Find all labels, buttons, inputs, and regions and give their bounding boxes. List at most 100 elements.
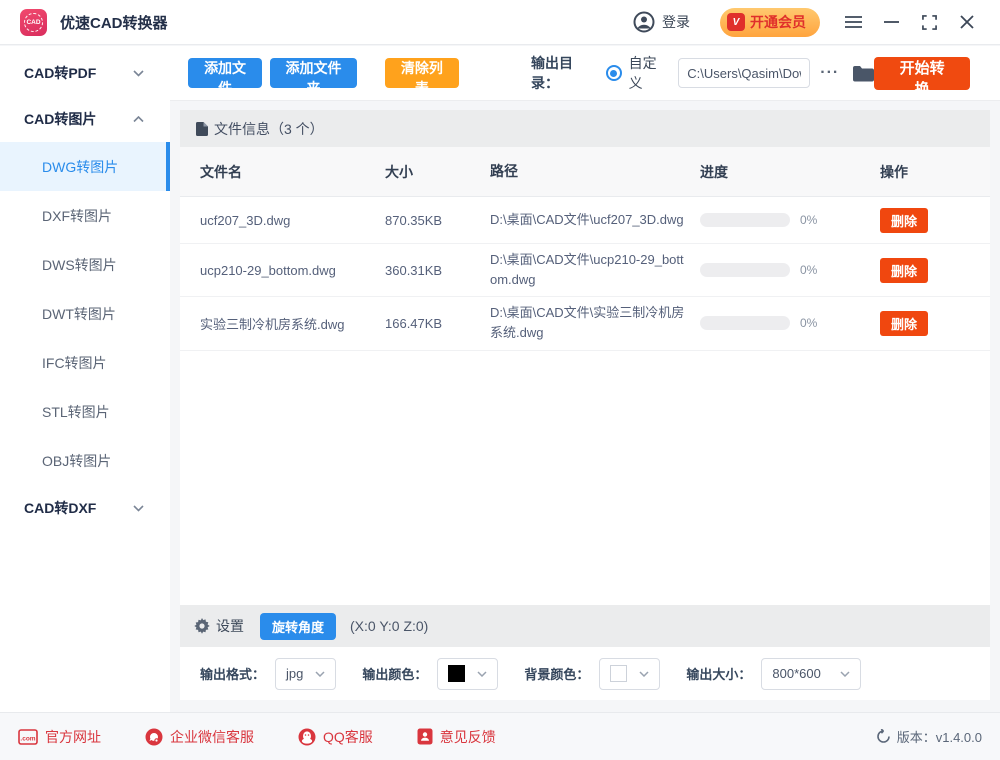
- format-bar: 输出格式： jpg 输出颜色： 背景颜色： 输出大小： 800*600: [180, 647, 990, 700]
- chevron-up-icon: [133, 116, 144, 123]
- close-icon: [960, 15, 974, 29]
- delete-button[interactable]: 删除: [880, 258, 928, 283]
- sidebar-item-dws-to-image[interactable]: DWS转图片: [0, 240, 170, 289]
- app-logo-icon: CAD: [20, 9, 47, 36]
- qq-icon: [298, 728, 316, 746]
- titlebar: CAD 优速CAD转换器 登录 V 开通会员: [0, 0, 1000, 45]
- table-row: ucf207_3D.dwg 870.35KB D:\桌面\CAD文件\ucf20…: [180, 197, 990, 244]
- file-path: D:\桌面\CAD文件\实验三制冷机房系统.dwg: [490, 303, 700, 343]
- version-area: 版本：v1.4.0.0: [876, 727, 982, 746]
- feedback-link[interactable]: 意见反馈: [417, 727, 496, 747]
- app-logo-text: CAD: [24, 13, 43, 32]
- sidebar-item-label: STL转图片: [42, 402, 110, 422]
- chevron-down-icon: [477, 671, 487, 677]
- feedback-icon: [417, 728, 433, 745]
- vip-icon: V: [727, 13, 745, 31]
- chevron-down-icon: [840, 671, 850, 677]
- sidebar-item-obj-to-image[interactable]: OBJ转图片: [0, 436, 170, 485]
- sidebar-item-label: OBJ转图片: [42, 451, 111, 471]
- output-size-select[interactable]: 800*600: [761, 658, 861, 690]
- chevron-down-icon: [133, 70, 144, 77]
- vip-label: 开通会员: [750, 12, 806, 32]
- table-row: ucp210-29_bottom.dwg 360.31KB D:\桌面\CAD文…: [180, 244, 990, 297]
- website-icon: .com: [18, 729, 38, 745]
- chevron-down-icon: [315, 671, 325, 677]
- document-icon: [196, 122, 208, 136]
- maximize-icon: [922, 15, 937, 30]
- footer: .com 官方网址 企业微信客服 QQ客服 意见反馈: [0, 712, 1000, 760]
- output-format-label: 输出格式：: [200, 664, 265, 683]
- sidebar-section-cad-to-pdf[interactable]: CAD转PDF: [0, 50, 170, 96]
- open-vip-button[interactable]: V 开通会员: [720, 8, 820, 37]
- sidebar-section-label: CAD转DXF: [24, 498, 96, 518]
- sidebar-section-cad-to-dxf[interactable]: CAD转DXF: [0, 485, 170, 531]
- sidebar-section-cad-to-image[interactable]: CAD转图片: [0, 96, 170, 142]
- file-size: 360.31KB: [385, 263, 490, 278]
- rotate-angle-button[interactable]: 旋转角度: [260, 613, 336, 640]
- gear-icon: [194, 618, 210, 634]
- refresh-icon: [876, 729, 891, 744]
- sidebar-item-dxf-to-image[interactable]: DXF转图片: [0, 191, 170, 240]
- output-dir-label: 输出目录：: [531, 53, 594, 93]
- sidebar-item-ifc-to-image[interactable]: IFC转图片: [0, 338, 170, 387]
- table-body: ucf207_3D.dwg 870.35KB D:\桌面\CAD文件\ucf20…: [180, 197, 990, 605]
- file-panel: 文件信息（3 个） 文件名 大小 路径 进度 操作 ucf207_3D.dwg …: [180, 110, 990, 700]
- output-path-input[interactable]: [678, 58, 810, 88]
- menu-button[interactable]: [834, 2, 872, 42]
- progress-cell: 0%: [700, 263, 880, 277]
- output-color-label: 输出颜色：: [362, 664, 427, 683]
- login-label: 登录: [662, 12, 690, 32]
- sidebar-item-dwg-to-image[interactable]: DWG转图片: [0, 142, 170, 191]
- progress-value: 0%: [800, 316, 817, 330]
- user-avatar-icon: [633, 11, 655, 33]
- add-folder-button[interactable]: 添加文件夹: [270, 58, 357, 88]
- hamburger-icon: [845, 16, 862, 28]
- clear-list-button[interactable]: 清除列表: [385, 58, 459, 88]
- action-cell: 删除: [880, 311, 970, 336]
- chevron-down-icon: [133, 505, 144, 512]
- output-color-select[interactable]: [437, 658, 498, 690]
- file-name: ucp210-29_bottom.dwg: [200, 263, 385, 278]
- progress-bar: [700, 316, 790, 330]
- bg-color-label: 背景颜色：: [524, 664, 589, 683]
- sidebar-section-label: CAD转PDF: [24, 63, 96, 83]
- browse-more-button[interactable]: ···: [820, 64, 839, 82]
- login-button[interactable]: 登录: [633, 11, 690, 33]
- open-folder-button[interactable]: [853, 65, 874, 82]
- start-convert-button[interactable]: 开始转换: [874, 57, 970, 90]
- column-header-progress: 进度: [700, 162, 880, 182]
- progress-bar: [700, 213, 790, 227]
- file-info-label: 文件信息（3 个）: [214, 119, 324, 139]
- sidebar-item-label: IFC转图片: [42, 353, 107, 373]
- action-cell: 删除: [880, 258, 970, 283]
- app-title: 优速CAD转换器: [60, 12, 168, 33]
- wechat-support-label: 企业微信客服: [170, 727, 254, 747]
- output-format-select[interactable]: jpg: [275, 658, 336, 690]
- sidebar: CAD转PDF CAD转图片 DWG转图片 DXF转图片 DWS转图片 DWT转…: [0, 46, 170, 712]
- sidebar-item-dwt-to-image[interactable]: DWT转图片: [0, 289, 170, 338]
- add-file-button[interactable]: 添加文件: [188, 58, 262, 88]
- official-website-label: 官方网址: [45, 727, 101, 747]
- qq-support-link[interactable]: QQ客服: [298, 727, 373, 747]
- delete-button[interactable]: 删除: [880, 311, 928, 336]
- bg-color-select[interactable]: [599, 658, 660, 690]
- folder-icon: [853, 65, 874, 82]
- custom-dir-radio[interactable]: [606, 65, 622, 81]
- sidebar-item-label: DWT转图片: [42, 304, 116, 324]
- minimize-button[interactable]: [872, 2, 910, 42]
- file-name: 实验三制冷机房系统.dwg: [200, 314, 385, 333]
- svg-text:.com: .com: [20, 735, 35, 742]
- official-website-link[interactable]: .com 官方网址: [18, 727, 101, 747]
- column-header-filename: 文件名: [200, 162, 385, 182]
- sidebar-item-stl-to-image[interactable]: STL转图片: [0, 387, 170, 436]
- version-label: 版本：v1.4.0.0: [897, 727, 982, 746]
- table-header: 文件名 大小 路径 进度 操作: [180, 147, 990, 197]
- maximize-button[interactable]: [910, 2, 948, 42]
- wechat-support-link[interactable]: 企业微信客服: [145, 727, 254, 747]
- close-button[interactable]: [948, 2, 986, 42]
- progress-value: 0%: [800, 213, 817, 227]
- bg-color-swatch: [610, 665, 627, 682]
- delete-button[interactable]: 删除: [880, 208, 928, 233]
- file-path: D:\桌面\CAD文件\ucf207_3D.dwg: [490, 210, 700, 230]
- wechat-icon: [145, 728, 163, 746]
